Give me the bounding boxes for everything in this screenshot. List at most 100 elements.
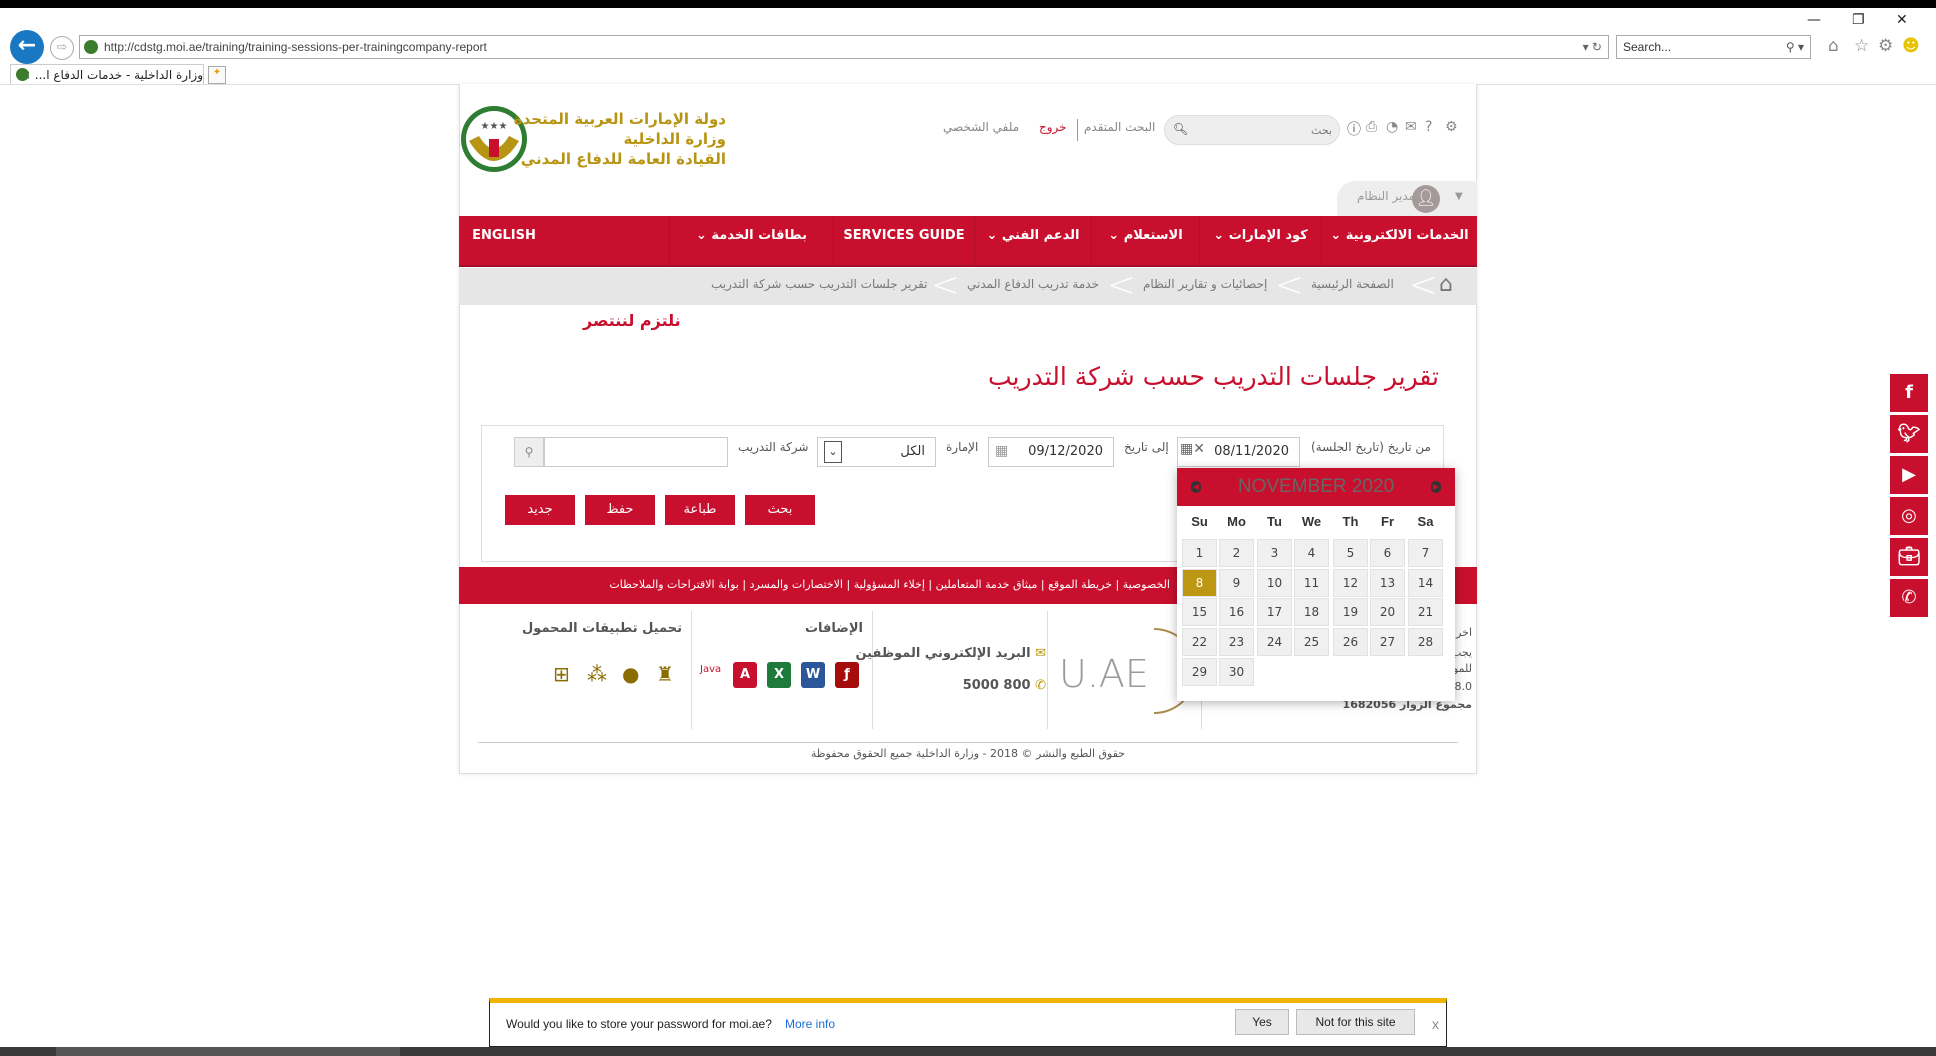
calendar-day[interactable]: 23 [1219,628,1254,656]
not-for-this-site-button[interactable]: Not for this site [1296,1009,1415,1035]
nav-eservices[interactable]: الخدمات الالكترونية ⌄ [1321,216,1477,265]
back-button[interactable]: ← [10,30,44,64]
minimize-button[interactable]: — [1807,12,1821,28]
calendar-day[interactable]: 17 [1257,598,1292,626]
calendar-day[interactable]: 19 [1333,598,1368,626]
feedback-smiley-icon[interactable]: ☻ [1902,36,1920,56]
footer-link[interactable]: ميثاق خدمة المتعاملين [936,578,1038,591]
excel-icon[interactable]: X [767,662,791,688]
site-search-box[interactable]: 🔍︎ [1164,115,1340,145]
calendar-day[interactable]: 27 [1370,628,1405,656]
address-bar[interactable]: http://cdstg.moi.ae/training/training-se… [79,35,1609,59]
browser-search-input[interactable]: Search... ⚲ ▾ [1616,35,1811,59]
calendar-day[interactable]: 9 [1219,569,1254,597]
nav-english[interactable]: ENGLISH [459,216,549,265]
footer-link[interactable]: الاختصارات والمسرد [750,578,843,591]
youtube-icon[interactable]: ▶ [1890,456,1928,494]
calendar-day[interactable]: 16 [1219,598,1254,626]
company-search-button[interactable]: ⚲ [514,437,544,467]
blackberry-icon[interactable]: ⁂ [587,662,607,686]
nav-support[interactable]: الدعم الفني ⌄ [974,216,1091,265]
calendar-day[interactable]: 25 [1294,628,1329,656]
chevron-down-icon[interactable]: ▼ [1455,191,1463,202]
home-icon[interactable]: ⌂ [1439,272,1453,297]
calendar-day[interactable]: 24 [1257,628,1292,656]
site-search-input[interactable] [1187,121,1332,139]
breadcrumb-statistics[interactable]: إحصائيات و تقارير النظام [1143,268,1267,301]
breadcrumb-training-service[interactable]: خدمة تدريب الدفاع المدني [967,268,1099,301]
footer-link[interactable]: خريطة الموقع [1048,578,1112,591]
calendar-day[interactable]: 8 [1182,569,1217,597]
mail-icon[interactable]: ✉ [1405,119,1417,135]
nav-inquiry[interactable]: الاستعلام ⌄ [1091,216,1199,265]
java-icon[interactable]: Java [700,664,721,675]
instagram-icon[interactable]: ◎ [1890,497,1928,535]
calendar-day[interactable]: 4 [1294,539,1329,567]
search-icon[interactable]: ⚲ ▾ [1786,36,1804,58]
calendar-day[interactable]: 13 [1370,569,1405,597]
rss-icon[interactable]: ◔ [1386,119,1398,135]
refresh-icon[interactable]: ▾ ↻ [1583,36,1602,58]
logout-link[interactable]: خروج [1039,120,1067,134]
nav-service-cards[interactable]: بطاقات الخدمة ⌄ [669,216,833,265]
settings-gear-icon[interactable]: ⚙ [1878,36,1893,56]
calendar-day[interactable]: 7 [1408,539,1443,567]
footer-link[interactable]: إخلاء المسؤولية [854,578,925,591]
android-icon[interactable]: ♜ [656,662,674,686]
breadcrumb-home[interactable]: الصفحة الرئيسية [1311,268,1394,301]
print-icon[interactable]: ⎙ [1366,119,1377,135]
prev-month-button[interactable]: ◀ [1191,481,1201,493]
favorites-star-icon[interactable]: ☆ [1854,36,1869,56]
browser-tab[interactable]: وزارة الداخلية - خدمات الدفاع ا... × [10,64,204,85]
calendar-day[interactable]: 6 [1370,539,1405,567]
emirate-select[interactable]: الكل ⌄ [817,437,936,467]
apple-icon[interactable]: ● [622,662,639,686]
more-info-link[interactable]: More info [785,1017,835,1031]
word-icon[interactable]: W [801,662,825,688]
calendar-day[interactable]: 14 [1408,569,1443,597]
search-button[interactable]: بحث [745,495,815,525]
calendar-day[interactable]: 28 [1408,628,1443,656]
facebook-icon[interactable]: f [1890,374,1928,412]
info-icon[interactable]: ⓘ [1347,119,1361,139]
print-button[interactable]: طباعة [665,495,735,525]
forward-button[interactable]: ⇨ [50,36,74,60]
footer-link[interactable]: بوابة الاقتراحات والملاحظات [609,578,738,591]
new-tab-button[interactable]: ✦ [208,66,226,84]
calendar-day[interactable]: 22 [1182,628,1217,656]
calendar-day[interactable]: 3 [1257,539,1292,567]
profile-link[interactable]: ملفي الشخصي [943,120,1019,134]
calendar-day[interactable]: 10 [1257,569,1292,597]
calendar-day[interactable]: 2 [1219,539,1254,567]
home-icon[interactable]: ⌂ [1828,36,1839,56]
calendar-day[interactable]: 20 [1370,598,1405,626]
calendar-day[interactable]: 30 [1219,658,1254,686]
company-input[interactable] [544,437,728,467]
calendar-day[interactable]: 1 [1182,539,1217,567]
employee-email-title[interactable]: ✉ البريد الإلكتروني الموظفين [855,646,1046,661]
restore-button[interactable]: ❐ [1852,12,1865,28]
calendar-day[interactable]: 15 [1182,598,1217,626]
calendar-day[interactable]: 11 [1294,569,1329,597]
settings-icon[interactable]: ⚙ [1445,119,1458,135]
user-menu[interactable]: مدير النظام 👤︎ ▼ [1337,181,1477,216]
yes-button[interactable]: Yes [1235,1009,1289,1035]
flash-icon[interactable]: ƒ [835,662,859,688]
save-button[interactable]: حفظ [585,495,655,525]
nav-uae-code[interactable]: كود الإمارات ⌄ [1199,216,1321,265]
calendar-day[interactable]: 12 [1333,569,1368,597]
next-month-button[interactable]: ▶ [1431,481,1441,493]
new-button[interactable]: جديد [505,495,575,525]
chevron-down-icon[interactable]: ⌄ [824,441,842,463]
uae-logo[interactable]: U.AE [1059,627,1197,715]
briefcase-icon[interactable]: 💼︎ [1890,538,1928,576]
calendar-day[interactable]: 21 [1408,598,1443,626]
search-icon[interactable]: 🔍︎ [1173,122,1188,136]
help-icon[interactable]: ? [1425,119,1432,135]
nav-services-guide[interactable]: SERVICES GUIDE [833,216,974,265]
advanced-search-link[interactable]: البحث المتقدم [1084,120,1155,134]
close-window-button[interactable]: ✕ [1896,12,1908,28]
phone-icon[interactable]: ✆ [1890,579,1928,617]
footer-link[interactable]: الخصوصية [1123,578,1170,591]
calendar-day[interactable]: 18 [1294,598,1329,626]
